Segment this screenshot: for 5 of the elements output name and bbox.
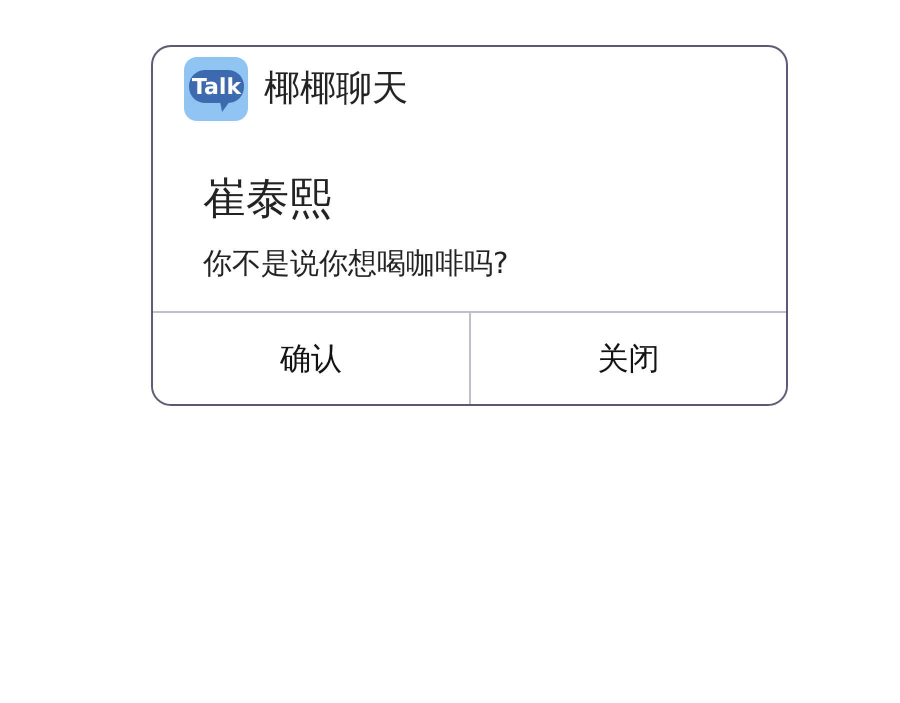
app-name: 椰椰聊天 [264, 67, 408, 111]
message-text: 你不是说你想喝咖啡吗? [202, 244, 510, 280]
close-button[interactable]: 关闭 [468, 313, 786, 404]
sender-name: 崔泰熙 [202, 173, 333, 226]
app-logo: Talk [184, 57, 248, 121]
